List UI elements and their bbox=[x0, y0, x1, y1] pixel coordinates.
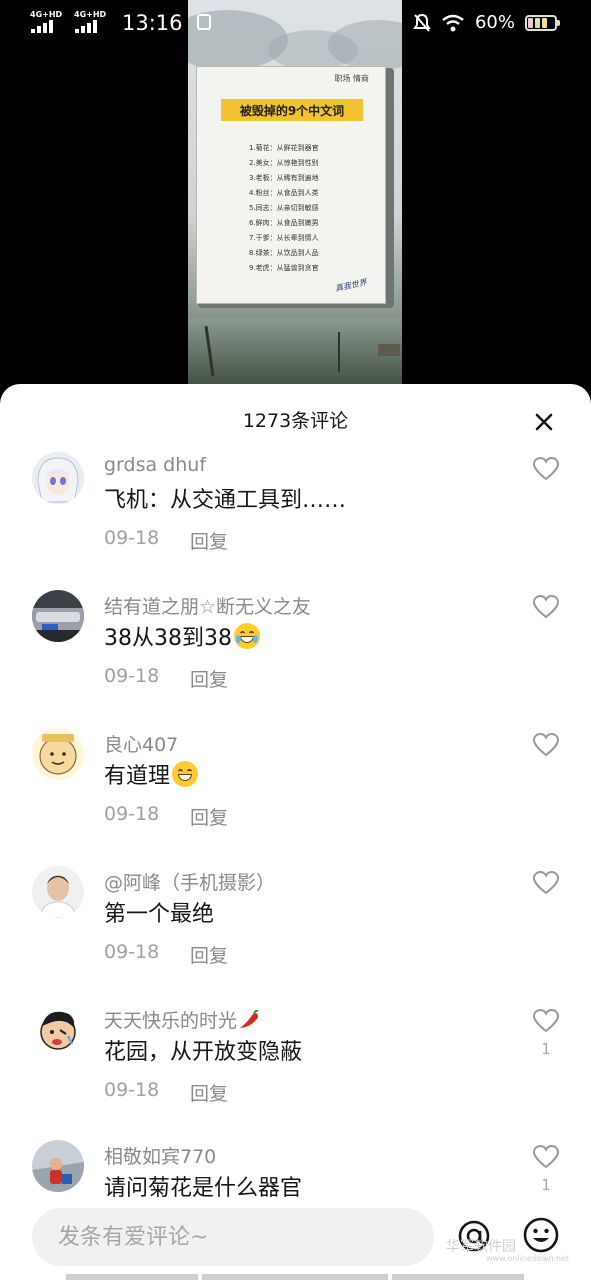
battery-percent: 60% bbox=[474, 12, 515, 33]
avatar[interactable] bbox=[32, 590, 84, 642]
video-heading: 被毁掉的9个中文词 bbox=[221, 99, 363, 121]
avatar[interactable] bbox=[32, 1004, 84, 1056]
comment-count-title: 1273条评论 bbox=[242, 410, 349, 432]
comment-username[interactable]: 结有道之朋☆断无义之友 bbox=[104, 592, 311, 619]
home-indicator bbox=[202, 1274, 388, 1280]
heart-icon[interactable] bbox=[532, 732, 560, 758]
comment-date: 09-18 bbox=[104, 803, 160, 825]
comment-item: @阿峰（手机摄影） 第一个最绝 09-18 回复 bbox=[0, 866, 591, 996]
clock: 13:16 bbox=[122, 11, 183, 35]
network-type-label: 4G+HD bbox=[74, 10, 107, 19]
close-icon[interactable] bbox=[528, 406, 560, 438]
comment-text: 38从38到38 bbox=[104, 620, 260, 652]
comment-text: 请问菊花是什么器官 bbox=[104, 1176, 303, 1201]
comment-input-box[interactable] bbox=[32, 1208, 434, 1266]
comment-input[interactable] bbox=[58, 1208, 418, 1266]
signal-icon: 4G+HD bbox=[74, 10, 108, 34]
comment-date: 09-18 bbox=[104, 941, 160, 963]
comment-date: 09-18 bbox=[104, 665, 160, 687]
video-book-page: 职场 情商 被毁掉的9个中文词 1.菊花：从鲜花到器官 2.美女：从惊艳到性别 … bbox=[196, 66, 386, 304]
home-indicator bbox=[392, 1274, 524, 1280]
avatar[interactable] bbox=[32, 1140, 84, 1192]
list-item: 8.绿茶：从饮品到人品 bbox=[249, 249, 319, 257]
list-item: 1.菊花：从鲜花到器官 bbox=[249, 144, 319, 152]
list-item: 2.美女：从惊艳到性别 bbox=[249, 159, 319, 167]
comment-item: 天天快乐的时光 花园，从开放变隐蔽 09-18 回复 1 bbox=[0, 1004, 591, 1134]
video-corner-tag: 职场 情商 bbox=[334, 74, 369, 83]
signal-icon: 4G+HD bbox=[30, 10, 64, 34]
video-word-list: 1.菊花：从鲜花到器官 2.美女：从惊艳到性别 3.老板：从稀有到遍地 4.粉丝… bbox=[249, 141, 319, 276]
list-item: 9.老虎：从猛兽到贪官 bbox=[249, 264, 319, 272]
home-indicator bbox=[66, 1274, 198, 1280]
comment-username[interactable]: 良心407 bbox=[104, 730, 178, 757]
comment-item: 结有道之朋☆断无义之友 38从38到38 09-18 回复 bbox=[0, 590, 591, 720]
app-notification-icon bbox=[196, 14, 211, 30]
list-item: 4.粉丝：从食品到人类 bbox=[249, 189, 319, 197]
comment-text: 有道理 bbox=[104, 758, 199, 790]
reply-button[interactable]: 回复 bbox=[190, 803, 228, 830]
reply-button[interactable]: 回复 bbox=[190, 527, 228, 554]
heart-icon[interactable] bbox=[532, 1008, 560, 1034]
heart-icon[interactable] bbox=[532, 1144, 560, 1170]
list-item: 7.干爹：从长辈到情人 bbox=[249, 234, 319, 242]
network-type-label: 4G+HD bbox=[30, 10, 63, 19]
chili-pepper-emoji bbox=[240, 1009, 259, 1028]
comment-username[interactable]: 相敬如宾770 bbox=[104, 1142, 216, 1169]
comment-date: 09-18 bbox=[104, 527, 160, 549]
crying-laughing-emoji bbox=[233, 623, 260, 649]
heart-icon[interactable] bbox=[532, 456, 560, 482]
watermark: 华军软件园 www.onlinedown.net bbox=[446, 1239, 570, 1263]
comment-item: 良心407 有道理 09-18 回复 bbox=[0, 728, 591, 858]
avatar[interactable] bbox=[32, 866, 84, 918]
heart-icon[interactable] bbox=[532, 594, 560, 620]
heart-icon[interactable] bbox=[532, 870, 560, 896]
like-count: 1 bbox=[541, 1040, 551, 1058]
status-bar: 4G+HD 4G+HD 13:16 60% bbox=[0, 0, 591, 46]
wifi-icon bbox=[442, 14, 464, 31]
battery-icon bbox=[525, 14, 560, 31]
comment-item: grdsa dhuf 飞机：从交通工具到…… 09-18 回复 bbox=[0, 452, 591, 582]
avatar[interactable] bbox=[32, 452, 84, 504]
reply-button[interactable]: 回复 bbox=[190, 1079, 228, 1106]
comment-username[interactable]: @阿峰（手机摄影） bbox=[104, 868, 275, 895]
video-player[interactable]: 职场 情商 被毁掉的9个中文词 1.菊花：从鲜花到器官 2.美女：从惊艳到性别 … bbox=[188, 0, 402, 390]
comment-text: 第一个最绝 bbox=[104, 902, 215, 927]
list-item: 6.鲜肉：从食品到嫩男 bbox=[249, 219, 319, 227]
avatar[interactable] bbox=[32, 728, 84, 780]
comment-sheet: 1273条评论 grdsa dhuf 飞机：从交通工具到…… 09-18 回复 bbox=[0, 384, 591, 1280]
comment-date: 09-18 bbox=[104, 1079, 160, 1101]
mute-icon bbox=[413, 13, 431, 32]
comment-text: 花园，从开放变隐蔽 bbox=[104, 1040, 303, 1065]
comment-username[interactable]: grdsa dhuf bbox=[104, 454, 206, 476]
like-count: 1 bbox=[541, 1176, 551, 1194]
video-signature: 真我世界 bbox=[334, 277, 368, 294]
list-item: 3.老板：从稀有到遍地 bbox=[249, 174, 319, 182]
list-item: 5.同志：从亲切到敏感 bbox=[249, 204, 319, 212]
comment-username[interactable]: 天天快乐的时光 bbox=[104, 1006, 260, 1033]
comment-text: 飞机：从交通工具到…… bbox=[104, 488, 347, 513]
grinning-emoji bbox=[172, 761, 199, 787]
reply-button[interactable]: 回复 bbox=[190, 941, 228, 968]
reply-button[interactable]: 回复 bbox=[190, 665, 228, 692]
